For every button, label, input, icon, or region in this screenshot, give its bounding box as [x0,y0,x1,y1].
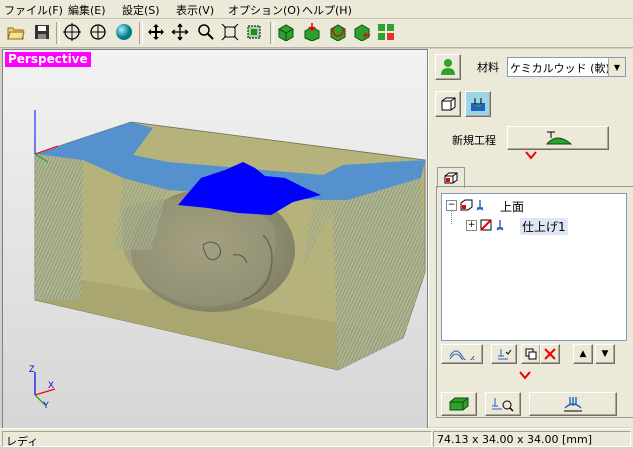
status-dimensions: 74.13 x 34.00 x 34.00 [mm] [433,431,631,447]
status-dimensions-text: 74.13 x 34.00 x 34.00 [mm] [437,433,592,446]
toolpath-edit-button[interactable] [491,344,517,364]
tree-node-finish[interactable]: 仕上げ1 [520,218,568,235]
tab-content: − 上面 + 仕上げ1 ▲ ▼ [436,186,633,418]
save-disk-icon[interactable] [32,22,52,42]
menu-options[interactable]: オプション(O) [228,2,300,18]
status-message-text: レディ [6,435,39,448]
crosshair-icon[interactable] [62,22,82,42]
toolpath-view-button[interactable] [465,91,491,117]
simulate-stock-button[interactable] [441,392,477,416]
down-arrow-icon [525,150,537,164]
view-reset-icon[interactable] [352,22,372,42]
new-process-button[interactable] [507,126,609,150]
delete-button[interactable] [540,344,560,364]
scene-render: Z X Y [29,110,426,410]
material-select-value: ケミカルウッド (軟) [510,62,610,75]
chevron-down-icon[interactable]: ▼ [608,58,625,76]
axis-label-y: Y [43,400,49,410]
axis-label-z: Z [29,364,35,374]
menu-help[interactable]: ヘルプ(H) [302,2,352,18]
status-bar: レディ 74.13 x 34.00 x 34.00 [mm] [0,428,633,448]
toolpath-preview-button[interactable] [485,392,521,416]
surface-icon [460,199,484,211]
new-process-label: 新規工程 [452,134,496,147]
down-arrow-icon [519,371,531,384]
move-down-button[interactable]: ▼ [595,344,615,364]
copy-button[interactable] [521,344,541,364]
view-down-icon[interactable] [302,22,322,42]
menu-edit[interactable]: 編集(E) [68,2,106,18]
process-panel: 材料 ケミカルウッド (軟) ▼ 新規工程 − 上面 + 仕上げ1 ▲ ▼ [428,49,633,427]
view-green-box-icon[interactable] [276,22,296,42]
menu-settings[interactable]: 設定(S) [122,2,160,18]
stock-box-button[interactable] [435,91,461,117]
fit-icon[interactable] [220,22,240,42]
process-tree[interactable]: − 上面 + 仕上げ1 [441,193,627,341]
3d-viewport[interactable]: Z X Y Perspective [2,49,428,429]
view-mode-label: Perspective [5,52,91,67]
circle-cross-icon[interactable] [88,22,108,42]
toolpath-pattern-button[interactable] [441,344,483,364]
menu-bar: ファイル(F) 編集(E) 設定(S) 表示(V) オプション(O) ヘルプ(H… [0,0,633,19]
finish-process-icon [480,219,504,231]
open-folder-icon[interactable] [6,22,26,42]
move-arrows-icon[interactable] [146,22,166,42]
zoom-icon[interactable] [196,22,216,42]
tab-stock[interactable] [437,167,465,188]
tree-node-top[interactable]: 上面 [500,198,524,215]
axis-label-x: X [48,380,54,390]
pan-icon[interactable] [170,22,190,42]
execute-toolpath-button[interactable] [529,392,617,416]
menu-file[interactable]: ファイル(F) [4,2,63,18]
menu-view[interactable]: 表示(V) [176,2,214,18]
view-rotate-icon[interactable] [328,22,348,42]
material-person-button[interactable] [435,54,461,80]
material-select[interactable]: ケミカルウッド (軟) ▼ [507,57,626,77]
tree-toggle-child[interactable]: + [466,220,477,231]
status-message: レディ [2,431,432,448]
sphere-icon[interactable] [114,22,134,42]
move-up-button[interactable]: ▲ [573,344,593,364]
material-label: 材料 [477,61,499,74]
view-grid-icon[interactable] [376,22,396,42]
toolbar [0,19,633,48]
select-box-icon[interactable] [244,22,264,42]
